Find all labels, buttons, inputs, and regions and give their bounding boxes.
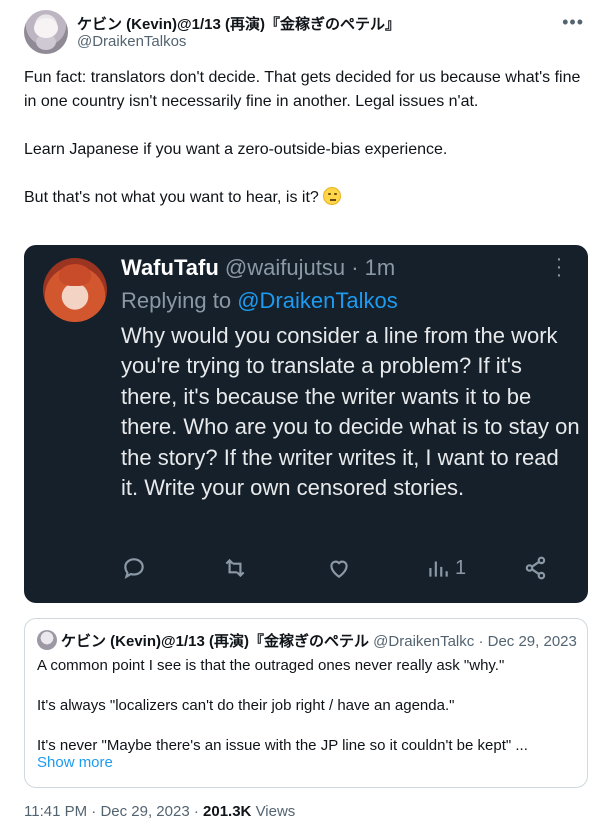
tweet-header: ケビン (Kevin)@1/13 (再演)『金稼ぎのペテル』 @DraikenT… <box>24 10 590 54</box>
tweet-paragraph: But that's not what you want to hear, is… <box>24 186 584 210</box>
quoted-tweet-header: ケビン (Kevin)@1/13 (再演)『金稼ぎのペテル @DraikenTa… <box>37 630 583 651</box>
quoted-line: It's never "Maybe there's an issue with … <box>37 737 528 754</box>
share-icon <box>523 555 549 586</box>
rolling-eyes-emoji-icon <box>323 187 342 205</box>
replying-mention: @DraikenTalkos <box>237 288 398 313</box>
replying-prefix: Replying to <box>121 288 232 313</box>
avatar <box>43 258 107 322</box>
embedded-body: Why would you consider a line from the w… <box>121 323 580 501</box>
embedded-author-handle: @waifujutsu <box>224 255 346 280</box>
quoted-tweet[interactable]: ケビン (Kevin)@1/13 (再演)『金稼ぎのペテル @DraikenTa… <box>24 618 588 788</box>
quoted-date: Dec 29, 2023 <box>487 633 577 650</box>
quoted-author-handle: @DraikenTalkc <box>373 633 475 650</box>
embedded-time: 1m <box>364 255 396 280</box>
avatar <box>37 630 57 650</box>
quoted-line: It's always "localizers can't do their j… <box>37 697 455 714</box>
tweet-text: Fun fact: translators don't decide. That… <box>24 66 584 234</box>
replying-to: Replying to @DraikenTalkos <box>121 288 398 314</box>
separator: · <box>351 255 359 280</box>
separator: · <box>193 803 199 820</box>
heart-icon <box>326 555 352 586</box>
quoted-tweet-body: A common point I see is that the outrage… <box>37 656 577 776</box>
more-horizontal-icon[interactable]: ••• <box>562 12 584 33</box>
separator: · <box>478 633 484 650</box>
embedded-views-count: 1 <box>455 557 467 579</box>
show-more-link[interactable]: Show more <box>37 754 113 771</box>
views-label: Views <box>255 803 296 820</box>
author-name[interactable]: ケビン (Kevin)@1/13 (再演)『金稼ぎのペテル』 <box>77 13 400 34</box>
analytics-icon: 1 <box>425 555 466 586</box>
embedded-action-bar: 1 <box>121 555 561 585</box>
tweet-date[interactable]: Dec 29, 2023 <box>100 803 189 820</box>
quoted-line: A common point I see is that the outrage… <box>37 657 505 674</box>
avatar[interactable] <box>24 10 68 54</box>
retweet-icon <box>222 555 248 586</box>
reply-icon <box>121 555 147 586</box>
author-handle[interactable]: @DraikenTalkos <box>77 33 186 50</box>
embedded-reply-image[interactable]: WafuTafu @waifujutsu · 1m · · · Replying t… <box>24 245 588 603</box>
more-vertical-icon: · · · <box>555 248 563 286</box>
quoted-author-name: ケビン (Kevin)@1/13 (再演)『金稼ぎのペテル <box>61 633 369 650</box>
embedded-author-name: WafuTafu <box>121 255 219 280</box>
tweet-paragraph: Learn Japanese if you want a zero-outsid… <box>24 141 448 158</box>
tweet-meta: 11:41 PM · Dec 29, 2023 · 201.3K Views <box>24 803 295 820</box>
embedded-header: WafuTafu @waifujutsu · 1m <box>121 255 395 281</box>
tweet-paragraph: Fun fact: translators don't decide. That… <box>24 69 585 110</box>
separator: · <box>91 803 97 820</box>
views-count: 201.3K <box>203 803 252 820</box>
tweet-paragraph-text: But that's not what you want to hear, is… <box>24 189 319 206</box>
tweet-time[interactable]: 11:41 PM <box>24 803 87 820</box>
